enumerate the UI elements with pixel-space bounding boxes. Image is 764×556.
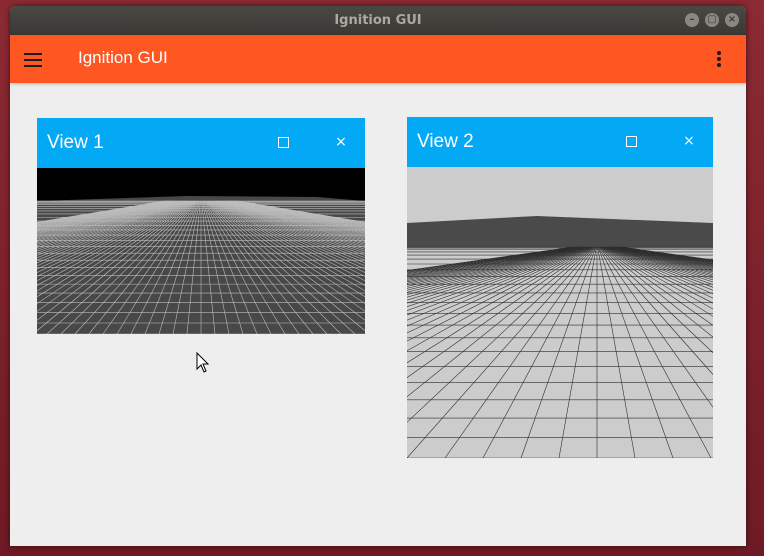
scene-3d-view-2[interactable] (407, 167, 713, 458)
app-title: Ignition GUI (78, 48, 168, 67)
plugin-view-1: View 1 × (37, 118, 365, 334)
mouse-cursor-icon (196, 352, 210, 373)
maximize-icon[interactable]: ▢ (705, 13, 719, 27)
maximize-plugin-button[interactable] (622, 132, 640, 150)
minimize-icon[interactable]: – (685, 13, 699, 27)
close-plugin-button[interactable]: × (332, 133, 350, 151)
close-plugin-button[interactable]: × (680, 132, 698, 150)
hamburger-menu-icon[interactable] (24, 50, 44, 68)
plugin-title: View 1 (47, 132, 104, 153)
plugin-header-view-2[interactable]: View 2 × (407, 117, 713, 167)
close-icon[interactable]: × (725, 13, 739, 27)
maximize-plugin-button[interactable] (274, 133, 292, 151)
maximize-icon (277, 137, 289, 148)
plugin-title: View 2 (417, 131, 474, 152)
maximize-icon (625, 136, 637, 147)
scene-3d-view-1[interactable] (37, 168, 365, 334)
more-vert-icon[interactable] (715, 50, 723, 68)
plugin-view-2: View 2 × (407, 117, 713, 458)
app-window: Ignition GUI – ▢ × Ignition GUI View 1 × (10, 6, 746, 546)
window-titlebar[interactable]: Ignition GUI – ▢ × (10, 6, 746, 35)
window-title: Ignition GUI (334, 13, 422, 28)
app-toolbar: Ignition GUI (10, 35, 746, 83)
plugin-header-view-1[interactable]: View 1 × (37, 118, 365, 168)
